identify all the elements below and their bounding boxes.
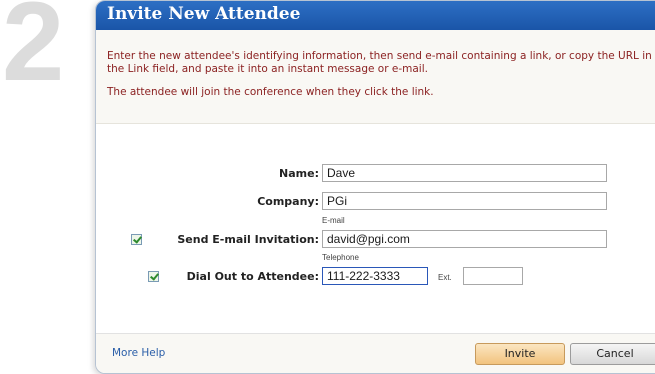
company-label: Company: bbox=[257, 195, 319, 208]
invite-attendee-dialog: Invite New Attendee Enter the new attend… bbox=[95, 0, 655, 374]
intro-instructions: Enter the new attendee's identifying inf… bbox=[107, 50, 652, 75]
send-email-label: Send E-mail Invitation: bbox=[177, 233, 319, 246]
cancel-button[interactable]: Cancel bbox=[570, 343, 655, 365]
send-email-checkbox[interactable] bbox=[131, 234, 142, 245]
more-help-link[interactable]: More Help bbox=[112, 347, 165, 359]
email-field[interactable]: david@pgi.com bbox=[322, 230, 607, 248]
extension-field[interactable] bbox=[463, 267, 523, 285]
invite-button[interactable]: Invite bbox=[475, 343, 565, 365]
attendee-form: Name: Dave Company: PGi Send E-mail Invi… bbox=[96, 124, 655, 329]
name-label: Name: bbox=[279, 167, 319, 180]
telephone-caption: Telephone bbox=[322, 253, 359, 262]
step-number: 2 bbox=[2, 0, 64, 104]
dialog-footer: More Help Invite Cancel bbox=[96, 333, 655, 373]
dialog-title: Invite New Attendee bbox=[96, 1, 655, 30]
dial-out-label: Dial Out to Attendee: bbox=[186, 270, 319, 283]
intro-join-note: The attendee will join the conference wh… bbox=[107, 86, 434, 98]
intro-panel: Enter the new attendee's identifying inf… bbox=[96, 30, 655, 124]
email-caption: E-mail bbox=[322, 216, 345, 225]
name-field[interactable]: Dave bbox=[322, 164, 607, 182]
company-field[interactable]: PGi bbox=[322, 192, 607, 210]
telephone-field[interactable]: 111-222-3333 bbox=[322, 267, 428, 285]
dial-out-checkbox[interactable] bbox=[148, 271, 159, 282]
ext-label: Ext. bbox=[438, 273, 452, 282]
